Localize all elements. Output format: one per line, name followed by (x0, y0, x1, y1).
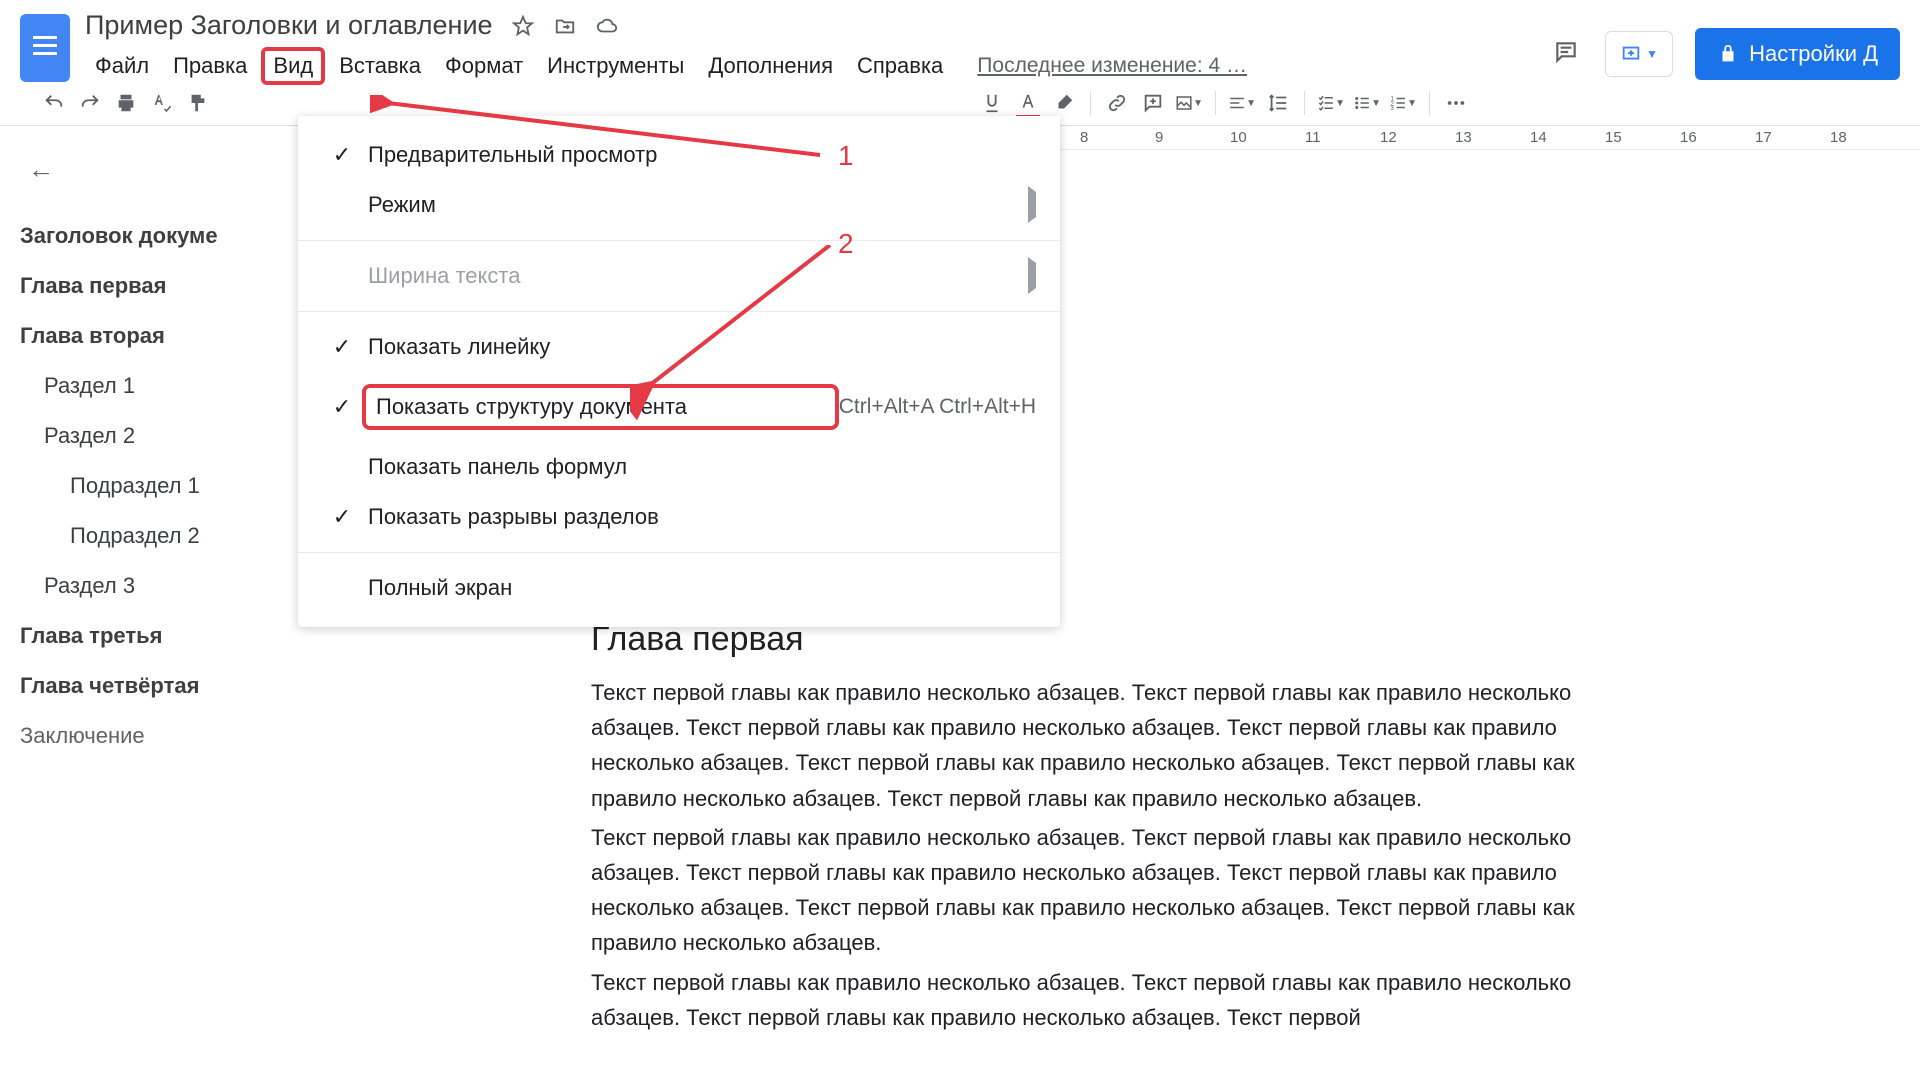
submenu-arrow-icon (1028, 192, 1036, 218)
svg-text:3: 3 (1391, 106, 1395, 112)
header-bar: Пример Заголовки и оглавление Файл Правк… (0, 0, 1920, 85)
dd-sectionbreaks[interactable]: ✓ Показать разрывы разделов (298, 492, 1060, 542)
bullet-list-icon[interactable]: ▼ (1353, 89, 1381, 117)
outline-back-icon[interactable]: ← (28, 154, 279, 185)
submenu-arrow-icon (1028, 263, 1036, 289)
check-icon: ✓ (322, 504, 362, 530)
view-dropdown: ✓ Предварительный просмотр Режим Ширина … (298, 116, 1060, 627)
dd-fullscreen[interactable]: Полный экран (298, 563, 1060, 613)
doc-title[interactable]: Пример Заголовки и оглавление (85, 10, 493, 41)
menu-view[interactable]: Вид (261, 47, 325, 85)
menu-edit[interactable]: Правка (163, 49, 257, 83)
document-page[interactable]: Глава первая Текст первой главы как прав… (575, 620, 1645, 1035)
outline-item[interactable]: Раздел 3 (20, 561, 279, 611)
move-folder-icon[interactable] (553, 14, 577, 38)
outline-item[interactable]: Глава четвёртая (20, 661, 279, 711)
menu-file[interactable]: Файл (85, 49, 159, 83)
dd-formulabar[interactable]: Показать панель формул (298, 442, 1060, 492)
highlight-icon[interactable] (1050, 89, 1078, 117)
image-icon[interactable]: ▼ (1175, 89, 1203, 117)
line-spacing-icon[interactable] (1264, 89, 1292, 117)
underline-icon[interactable] (978, 89, 1006, 117)
menu-bar: Файл Правка Вид Вставка Формат Инструмен… (85, 47, 1538, 85)
redo-icon[interactable] (76, 89, 104, 117)
doc-paragraph: Текст первой главы как правило несколько… (591, 675, 1629, 816)
docs-logo[interactable] (20, 14, 70, 82)
link-icon[interactable] (1103, 89, 1131, 117)
more-icon[interactable] (1442, 89, 1470, 117)
dd-outline[interactable]: ✓ Показать структуру документа Ctrl+Alt+… (298, 372, 1060, 442)
document-outline: ← Заголовок докуме Глава первая Глава вт… (0, 126, 300, 1080)
outline-item[interactable]: Глава вторая (20, 311, 279, 361)
annotation-1: 1 (838, 140, 854, 172)
align-icon[interactable]: ▼ (1228, 89, 1256, 117)
outline-item[interactable]: Заголовок докуме (20, 211, 279, 261)
annotation-2: 2 (838, 228, 854, 260)
dd-ruler[interactable]: ✓ Показать линейку (298, 322, 1060, 372)
outline-item[interactable]: Глава третья (20, 611, 279, 661)
outline-item[interactable]: Раздел 1 (20, 361, 279, 411)
paint-format-icon[interactable] (184, 89, 212, 117)
check-icon: ✓ (322, 334, 362, 360)
share-label: Настройки Д (1749, 41, 1878, 67)
menu-help[interactable]: Справка (847, 49, 953, 83)
dd-preview[interactable]: ✓ Предварительный просмотр (298, 130, 1060, 180)
comment-add-icon[interactable] (1139, 89, 1167, 117)
checklist-icon[interactable]: ▼ (1317, 89, 1345, 117)
doc-paragraph: Текст первой главы как правило несколько… (591, 820, 1629, 961)
outline-item[interactable]: Заключение (20, 711, 279, 761)
outline-item[interactable]: Раздел 2 (20, 411, 279, 461)
doc-paragraph: Текст первой главы как правило несколько… (591, 965, 1629, 1035)
outline-item[interactable]: Глава первая (20, 261, 279, 311)
comments-icon[interactable] (1553, 39, 1583, 69)
star-icon[interactable] (511, 14, 535, 38)
check-icon: ✓ (322, 394, 362, 420)
last-edit-link[interactable]: Последнее изменение: 4 … (977, 54, 1247, 78)
undo-icon[interactable] (40, 89, 68, 117)
dd-mode[interactable]: Режим (298, 180, 1060, 230)
spellcheck-icon[interactable] (148, 89, 176, 117)
menu-tools[interactable]: Инструменты (537, 49, 694, 83)
text-color-icon[interactable] (1014, 89, 1042, 117)
menu-insert[interactable]: Вставка (329, 49, 431, 83)
share-button[interactable]: Настройки Д (1695, 28, 1900, 80)
dd-shortcut: Ctrl+Alt+A Ctrl+Alt+H (839, 395, 1036, 419)
outline-item[interactable]: Подраздел 1 (20, 461, 279, 511)
check-icon: ✓ (322, 142, 362, 168)
print-icon[interactable] (112, 89, 140, 117)
dd-textwidth[interactable]: Ширина текста (298, 251, 1060, 301)
cloud-status-icon[interactable] (595, 14, 619, 38)
menu-addons[interactable]: Дополнения (698, 49, 843, 83)
present-button[interactable]: ▼ (1605, 31, 1673, 77)
menu-format[interactable]: Формат (435, 49, 533, 83)
outline-item[interactable]: Подраздел 2 (20, 511, 279, 561)
number-list-icon[interactable]: 123▼ (1389, 89, 1417, 117)
